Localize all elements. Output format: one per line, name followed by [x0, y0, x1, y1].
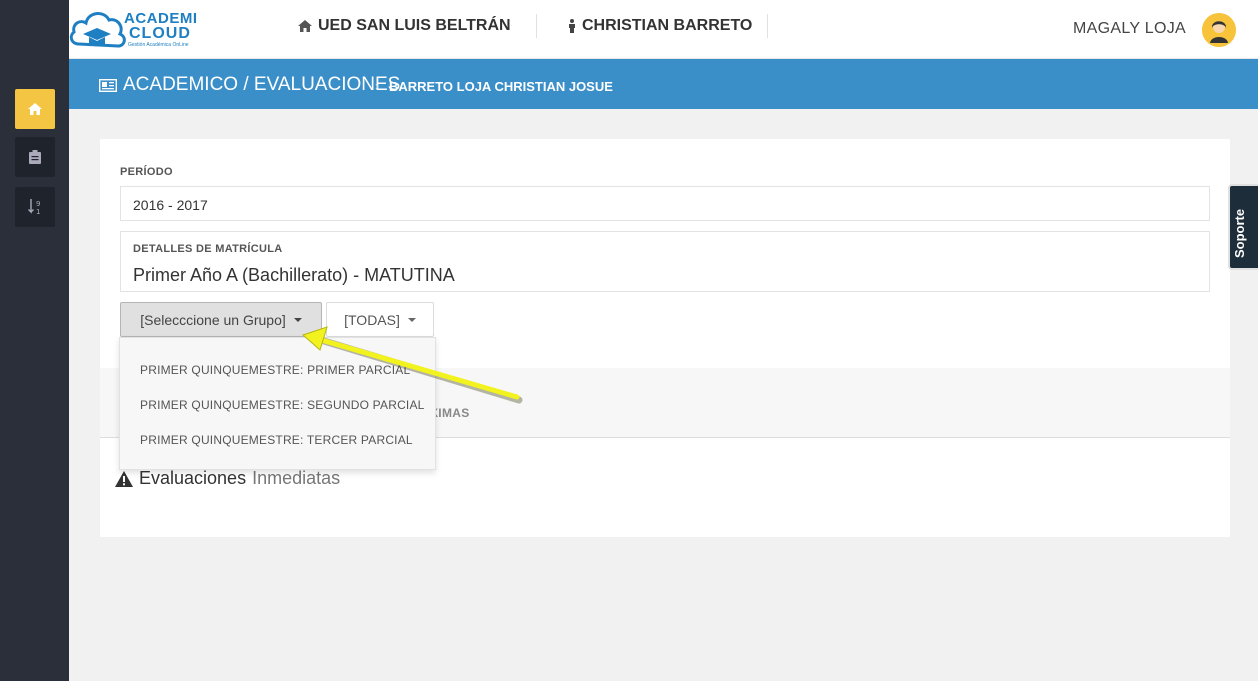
newspaper-icon	[99, 78, 117, 92]
filter-select-label: [TODAS]	[344, 311, 400, 328]
support-tab[interactable]: Soporte	[1228, 184, 1258, 270]
clipboard-icon	[29, 150, 41, 164]
enrollment-value: Primer Año A (Bachillerato) - MATUTINA	[133, 265, 455, 285]
evaluations-title-bold: Evaluaciones	[139, 468, 247, 488]
filter-select-button[interactable]: [TODAS]	[326, 302, 434, 337]
period-label: PERÍODO	[120, 166, 173, 178]
sort-numeric-icon: 91	[28, 199, 40, 215]
header-divider	[767, 14, 768, 38]
sidebar-home-button[interactable]	[15, 89, 55, 129]
enrollment-label: DETALLES DE MATRÍCULA	[133, 243, 283, 255]
home-icon	[298, 20, 312, 32]
svg-text:1: 1	[36, 208, 40, 215]
breadcrumb: ACADEMICO / EVALUACIONES › BARRETO LOJA …	[69, 59, 1258, 109]
academicloud-logo[interactable]: ACADEMI CLOUD Gestión Académica OnLine	[69, 6, 197, 52]
header-student[interactable]: CHRISTIAN BARRETO	[568, 17, 752, 35]
user-avatar-icon	[1202, 13, 1236, 47]
logo-tagline: Gestión Académica OnLine	[128, 42, 189, 48]
group-select-button[interactable]: [Selecccione un Grupo]	[120, 302, 322, 337]
institution-name: UED SAN LUIS BELTRÁN	[318, 17, 511, 34]
breadcrumb-student: BARRETO LOJA CHRISTIAN JOSUE	[389, 79, 613, 94]
filter-card: PERÍODO 2016 - 2017 DETALLES DE MATRÍCUL…	[100, 139, 1230, 368]
svg-text:9: 9	[36, 200, 40, 208]
sidebar: 91	[0, 0, 69, 681]
sidebar-top	[0, 0, 69, 59]
dropdown-item[interactable]: PRIMER QUINQUEMESTRE: PRIMER PARCIAL	[140, 363, 410, 377]
sidebar-evaluations-button[interactable]	[15, 137, 55, 177]
support-label: Soporte	[1232, 208, 1247, 258]
period-field[interactable]: 2016 - 2017	[120, 186, 1210, 221]
breadcrumb-section[interactable]: ACADEMICO / EVALUACIONES	[99, 74, 400, 96]
chevron-right-icon: ›	[375, 79, 379, 93]
home-icon	[28, 103, 42, 115]
group-dropdown-menu: PRIMER QUINQUEMESTRE: PRIMER PARCIAL PRI…	[119, 337, 436, 470]
sidebar-sort-button[interactable]: 91	[15, 187, 55, 227]
group-select-label: [Selecccione un Grupo]	[140, 311, 286, 328]
caret-down-icon	[407, 317, 416, 322]
enrollment-details: DETALLES DE MATRÍCULA Primer Año A (Bach…	[120, 231, 1210, 292]
period-value: 2016 - 2017	[133, 197, 208, 213]
logged-user-name[interactable]: MAGALY LOJA	[1073, 20, 1186, 38]
male-icon	[569, 19, 575, 33]
evaluations-title-light: Inmediatas	[252, 468, 341, 488]
student-name: CHRISTIAN BARRETO	[582, 17, 753, 34]
avatar[interactable]	[1202, 13, 1236, 47]
dropdown-item[interactable]: PRIMER QUINQUEMESTRE: TERCER PARCIAL	[140, 433, 413, 447]
breadcrumb-section-label: ACADEMICO / EVALUACIONES	[123, 74, 401, 95]
logo-text-bottom: CLOUD	[129, 25, 191, 42]
caret-down-icon	[293, 317, 302, 322]
warning-icon	[115, 470, 133, 487]
top-header: ACADEMI CLOUD Gestión Académica OnLine U…	[69, 0, 1258, 59]
header-divider	[536, 14, 537, 38]
header-institution[interactable]: UED SAN LUIS BELTRÁN	[298, 17, 511, 35]
dropdown-item[interactable]: PRIMER QUINQUEMESTRE: SEGUNDO PARCIAL	[140, 398, 425, 412]
evaluations-title: Evaluaciones Inmediatas	[115, 468, 340, 489]
cloud-logo-icon	[69, 12, 126, 48]
